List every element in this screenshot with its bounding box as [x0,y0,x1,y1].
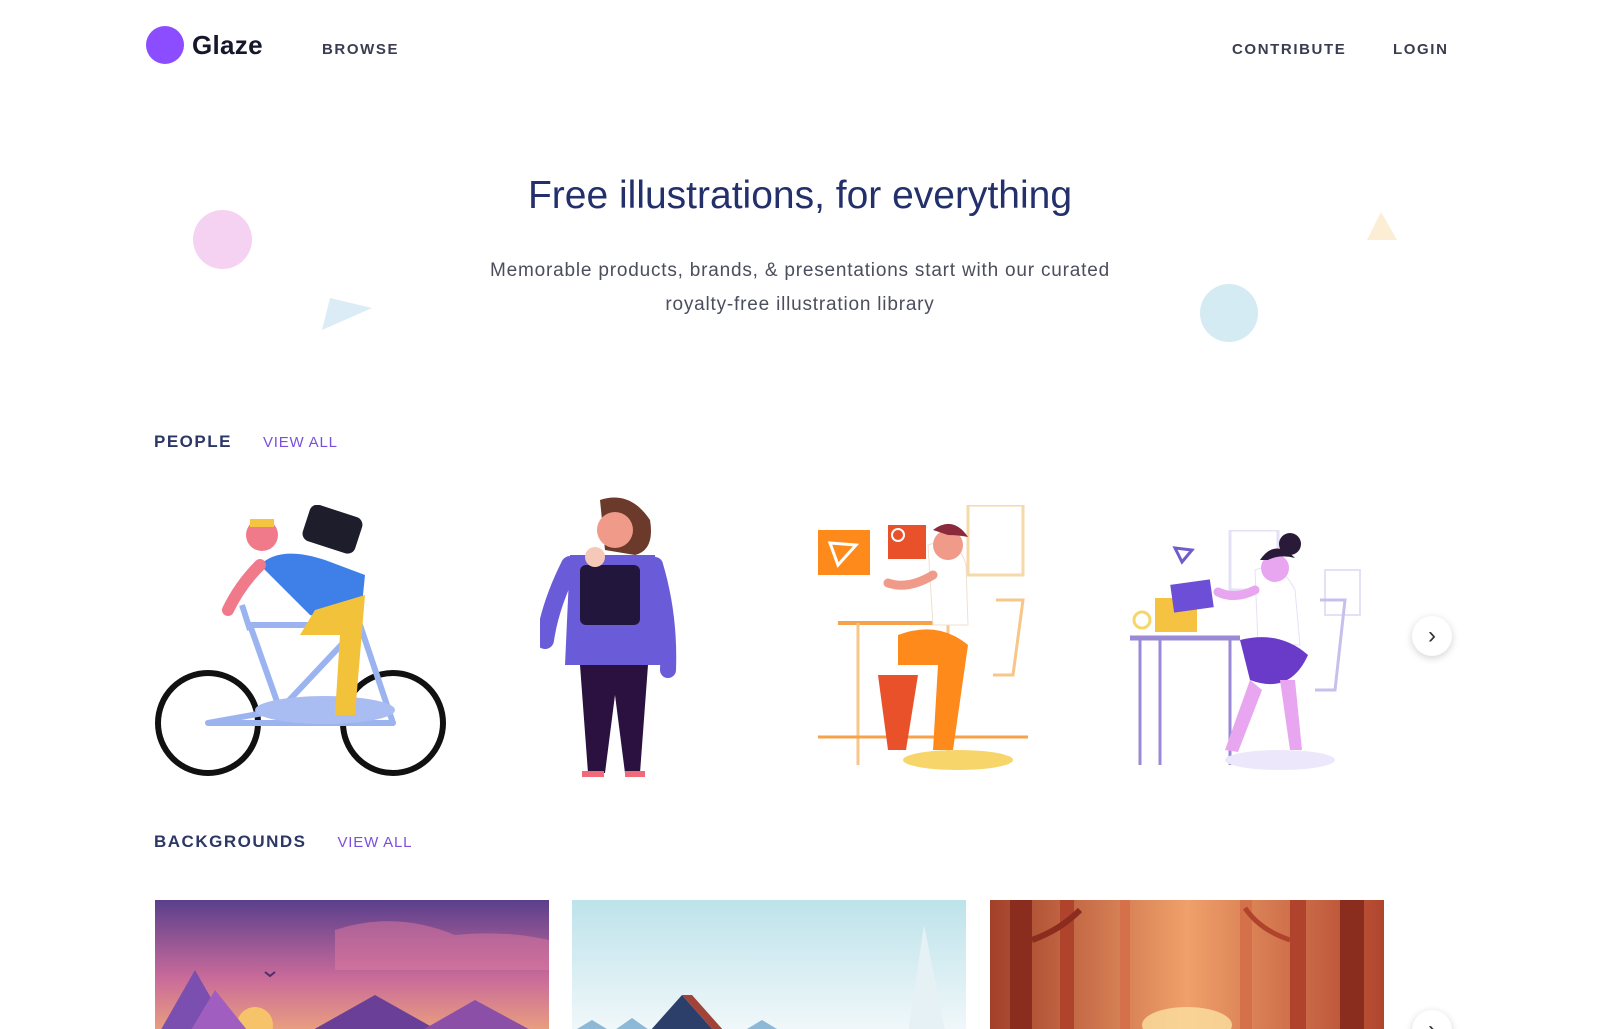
backgrounds-section-header: BACKGROUNDS VIEW ALL [154,832,412,852]
logo-text: Glaze [192,29,263,60]
decorative-blue-circle [1200,284,1258,342]
designer-at-desk-illustration[interactable] [818,505,1048,775]
hero-subtitle: Memorable products, brands, & presentati… [490,260,1110,315]
backgrounds-next-button[interactable]: › [1412,1010,1452,1029]
people-section-header: PEOPLE VIEW ALL [154,432,338,452]
background-card-snowy-cabin[interactable] [572,900,966,1029]
parent-with-baby-illustration[interactable] [540,495,690,785]
backgrounds-view-all-link[interactable]: VIEW ALL [338,834,413,851]
cyclist-illustration[interactable] [150,505,450,785]
chevron-right-icon: › [1428,1016,1436,1029]
woman-with-laptop-illustration[interactable] [1130,530,1380,775]
top-navigation: Glaze BROWSE CONTRIBUTE LOGIN [0,0,1600,100]
decorative-pink-circle [193,210,252,269]
people-view-all-link[interactable]: VIEW ALL [263,434,338,451]
logo[interactable]: Glaze [146,26,263,64]
chevron-right-icon: › [1428,622,1436,649]
people-section-title: PEOPLE [154,432,232,451]
people-next-button[interactable]: › [1412,616,1452,656]
hero-title: Free illustrations, for everything [527,174,1073,217]
nav-browse-link[interactable]: BROWSE [322,41,399,58]
background-card-sunset-mountains[interactable] [155,900,549,1029]
backgrounds-section-title: BACKGROUNDS [154,832,307,851]
logo-circle-icon [146,26,184,64]
decorative-yellow-triangle [1367,212,1397,240]
nav-login-link[interactable]: LOGIN [1393,41,1449,58]
decorative-blue-triangle [322,298,372,330]
nav-contribute-link[interactable]: CONTRIBUTE [1232,41,1346,58]
background-card-autumn-forest[interactable] [990,900,1384,1029]
